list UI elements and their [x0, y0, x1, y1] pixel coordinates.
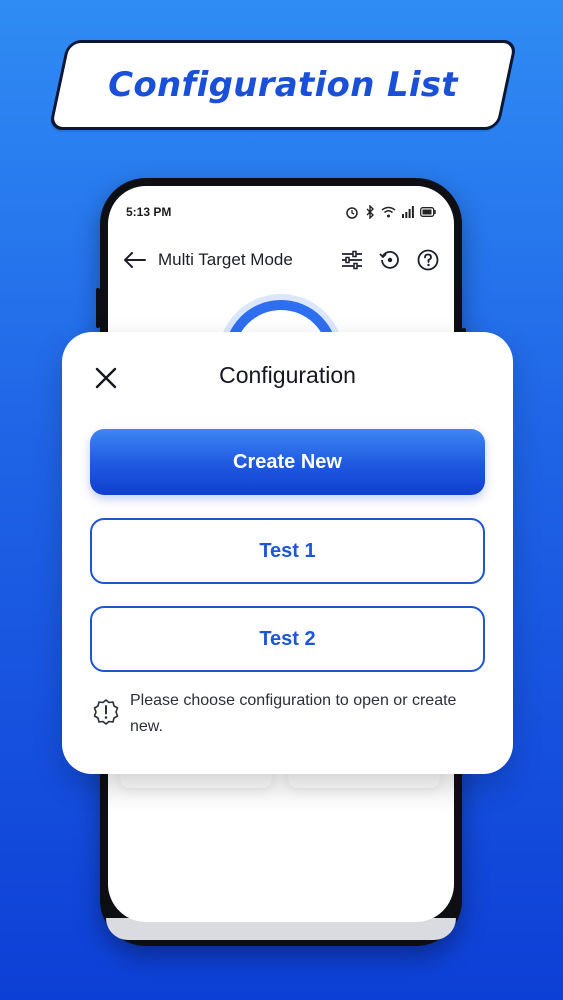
banner-title: Configuration List: [108, 65, 458, 105]
dialog-title: Configuration: [219, 362, 356, 388]
history-icon[interactable]: [378, 248, 402, 272]
config-test-2-button[interactable]: Test 2: [90, 606, 485, 672]
signal-icon: [402, 206, 414, 218]
back-arrow-icon[interactable]: [122, 247, 148, 273]
status-icons: [345, 205, 436, 219]
app-bar-title: Multi Target Mode: [158, 250, 293, 269]
alert-badge-icon: [93, 699, 119, 725]
status-time: 5:13 PM: [126, 205, 172, 219]
help-icon[interactable]: [416, 248, 440, 272]
alarm-icon: [346, 207, 358, 219]
config-test-1-button[interactable]: Test 1: [90, 518, 485, 584]
phone-side-button: [96, 288, 100, 328]
hint-row: Please choose configuration to open or c…: [92, 688, 483, 740]
app-bar: Multi Target Mode: [122, 240, 440, 280]
status-bar: 5:13 PM: [126, 202, 436, 222]
sliders-icon[interactable]: [340, 248, 364, 272]
configuration-dialog: Configuration Create New Test 1 Test 2 P…: [62, 332, 513, 774]
create-new-button[interactable]: Create New: [90, 429, 485, 495]
bluetooth-icon: [366, 205, 374, 219]
hint-text: Please choose configuration to open or c…: [130, 692, 457, 735]
battery-icon: [420, 207, 436, 217]
wifi-icon: [381, 206, 396, 218]
